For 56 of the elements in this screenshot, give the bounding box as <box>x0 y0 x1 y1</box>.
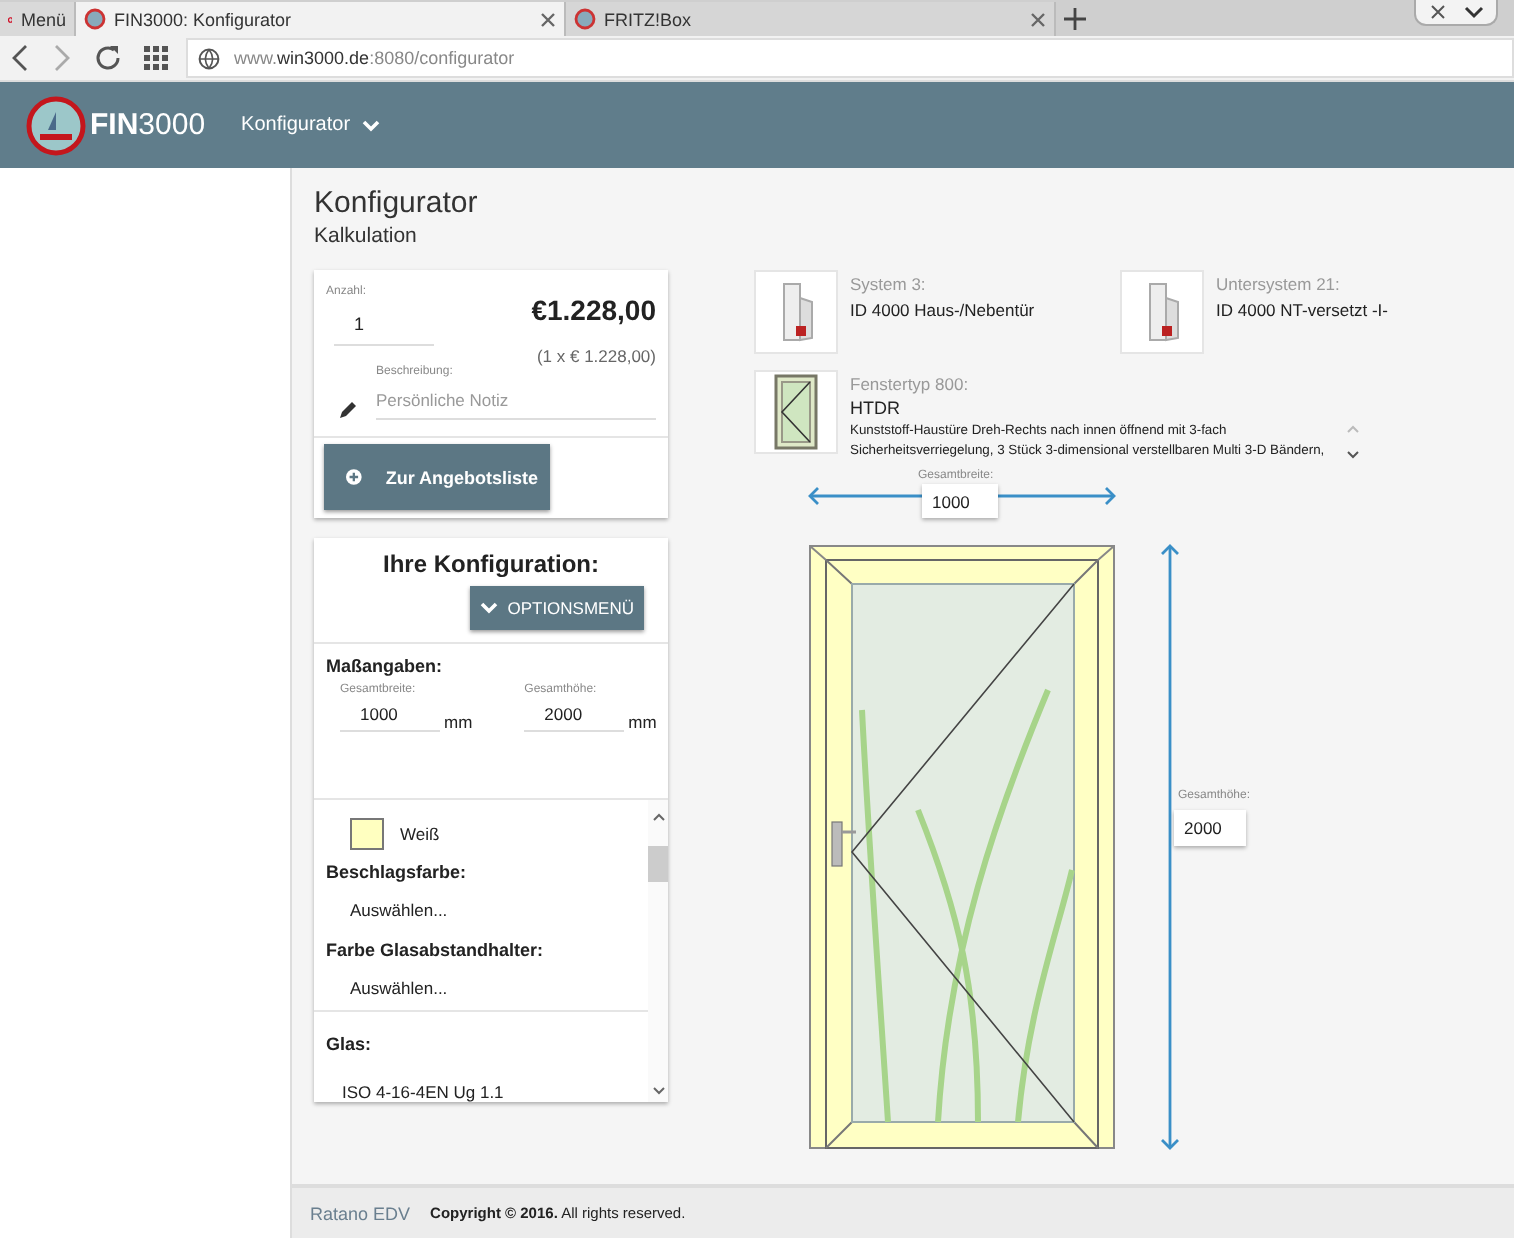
option-value[interactable]: ISO 4-16-4EN Ug 1.1 <box>326 1060 648 1102</box>
unit-label: mm <box>444 712 473 732</box>
add-to-quote-button[interactable]: Zur Angebotsliste <box>324 444 550 510</box>
card-title: Ihre Konfiguration: <box>381 550 601 578</box>
scroll-down-icon[interactable] <box>651 1086 665 1096</box>
profile-thumbnail <box>754 270 838 354</box>
close-icon[interactable] <box>540 11 556 27</box>
window-type-name: HTDR <box>850 398 902 418</box>
profile-thumbnail <box>1120 270 1204 354</box>
scroll-up-icon[interactable] <box>651 812 665 822</box>
back-icon[interactable] <box>10 44 30 72</box>
quantity-field[interactable]: 1 <box>334 302 434 346</box>
chevron-down-icon <box>479 602 498 614</box>
reload-icon[interactable] <box>94 44 122 72</box>
window-controls-icon[interactable] <box>1414 0 1498 26</box>
browser-tab[interactable]: FRITZ!Box <box>566 2 1056 36</box>
address-field[interactable]: www.win3000.de:8080/configurator <box>186 38 1514 78</box>
scrollbar[interactable] <box>648 800 668 1102</box>
system-caption: System 3: <box>850 274 928 294</box>
unit-label: mm <box>628 712 657 732</box>
select-option[interactable]: Auswählen... <box>326 959 648 1004</box>
company-name: Ratano EDV <box>310 1203 411 1223</box>
color-name: Weiß <box>400 824 440 844</box>
plus-circle-icon <box>346 466 362 488</box>
total-price: €1.228,00 <box>531 294 656 326</box>
option-heading: Beschlagsfarbe: <box>326 862 469 882</box>
logo-icon[interactable] <box>26 95 86 155</box>
width-field[interactable]: 1000 <box>340 696 440 732</box>
nav-menu[interactable]: Konfigurator <box>241 114 381 136</box>
close-icon[interactable] <box>1030 11 1046 27</box>
logo-text[interactable]: FIN3000 <box>90 108 206 142</box>
page-title: Konfigurator <box>314 186 480 220</box>
height-field[interactable]: 2000 <box>524 696 625 732</box>
description-field[interactable]: Persönliche Notiz <box>376 382 656 420</box>
system-value: ID 4000 Haus-/Nebentür <box>850 300 1035 320</box>
page-subtitle: Kalkulation <box>314 224 419 248</box>
new-tab-icon[interactable] <box>1064 8 1086 30</box>
select-option[interactable]: Auswählen... <box>326 882 648 927</box>
color-swatch[interactable] <box>350 818 384 850</box>
section-heading: Maßangaben: <box>326 656 445 676</box>
options-menu-button[interactable]: OPTIONSMENÜ <box>469 586 644 630</box>
option-heading: Glas: <box>326 1034 372 1054</box>
option-heading: Farbe Glasabstandhalter: <box>326 939 546 959</box>
system-value: ID 4000 NT-versetzt -I- <box>1216 300 1388 320</box>
price-breakdown: (1 x € 1.228,00) <box>536 346 656 366</box>
window-type-caption: Fenstertyp 800: <box>850 374 971 394</box>
browser-menu-button[interactable]: Menü <box>0 2 76 36</box>
width-field[interactable]: 1000 <box>922 484 998 518</box>
system-caption: Untersystem 21: <box>1216 274 1342 294</box>
scrollbar-thumb[interactable] <box>648 846 668 882</box>
pencil-icon <box>338 402 356 420</box>
door-thumbnail <box>754 370 838 454</box>
grid-icon[interactable] <box>144 46 168 70</box>
browser-tab[interactable]: FIN3000: Konfigurator <box>76 2 566 36</box>
height-field[interactable]: 2000 <box>1174 810 1246 846</box>
chevron-down-icon <box>362 119 381 131</box>
